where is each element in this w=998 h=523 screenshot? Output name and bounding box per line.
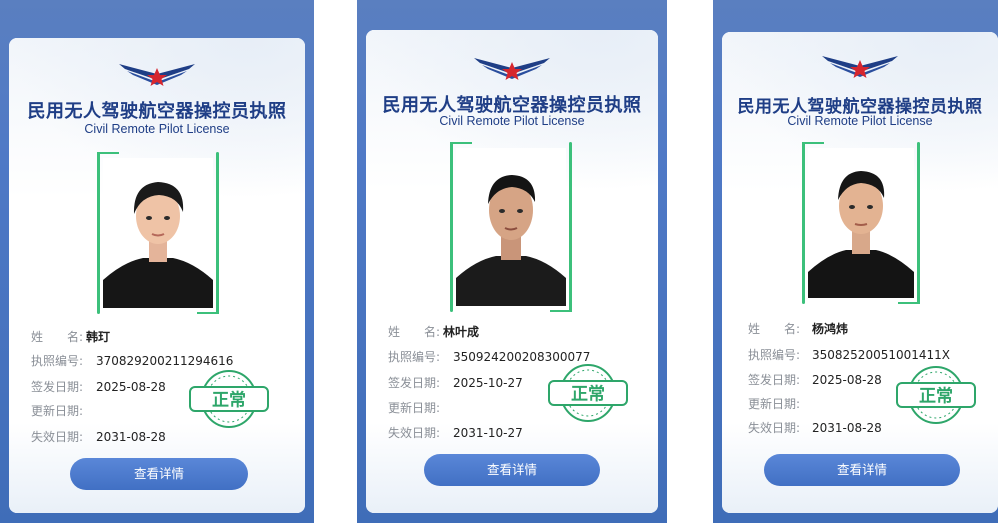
expire-date-label: 失效日期: (748, 421, 801, 435)
status-stamp: 正常 (896, 364, 976, 426)
name-label: 姓 名: (388, 325, 441, 339)
view-details-button[interactable]: 查看详情 (70, 458, 248, 490)
license-no-label: 执照编号: (31, 354, 84, 368)
license-title-en: Civil Remote Pilot License (439, 114, 585, 128)
expire-date: 2031-08-28 (96, 430, 166, 444)
caac-wings-emblem-icon (474, 58, 550, 80)
license-no-label: 执照编号: (748, 348, 801, 362)
issue-date: 2025-10-27 (453, 376, 523, 390)
license-screen-1: 民用无人驾驶航空器操控员执照 Civil Remote Pilot Licens… (0, 0, 314, 523)
pilot-name: 杨鸿炜 (812, 322, 849, 336)
issue-date-label: 签发日期: (748, 373, 801, 387)
license-no: 35082520051001411X (812, 348, 951, 362)
license-title-en: Civil Remote Pilot License (84, 122, 230, 136)
license-card: 民用无人驾驶航空器操控员执照 Civil Remote Pilot Licens… (9, 38, 305, 513)
status-stamp: 正常 (189, 368, 269, 430)
license-screen-3: 民用无人驾驶航空器操控员执照 Civil Remote Pilot Licens… (713, 0, 998, 523)
photo-frame (97, 152, 219, 314)
license-screen-2: 民用无人驾驶航空器操控员执照 Civil Remote Pilot Licens… (357, 0, 667, 523)
license-card: 民用无人驾驶航空器操控员执照 Civil Remote Pilot Licens… (722, 32, 998, 513)
pilot-photo (456, 148, 566, 306)
expire-date: 2031-10-27 (453, 426, 523, 440)
status-text: 正常 (571, 384, 605, 405)
status-text: 正常 (212, 390, 246, 411)
renew-date-label: 更新日期: (31, 404, 84, 418)
status-text: 正常 (919, 386, 953, 407)
license-no-label: 执照编号: (388, 350, 441, 364)
pilot-name: 韩玎 (86, 330, 111, 344)
issue-date: 2025-08-28 (812, 373, 882, 387)
expire-date-label: 失效日期: (388, 426, 441, 440)
license-title-en: Civil Remote Pilot License (787, 114, 933, 128)
view-details-button[interactable]: 查看详情 (764, 454, 960, 486)
pilot-photo (808, 148, 914, 298)
renew-date-label: 更新日期: (388, 401, 441, 415)
status-stamp: 正常 (548, 362, 628, 424)
photo-frame (802, 142, 920, 304)
issue-date-label: 签发日期: (31, 380, 84, 394)
caac-wings-emblem-icon (119, 64, 195, 86)
license-card: 民用无人驾驶航空器操控员执照 Civil Remote Pilot Licens… (366, 30, 658, 513)
issue-date-label: 签发日期: (388, 376, 441, 390)
renew-date-label: 更新日期: (748, 397, 801, 411)
expire-date: 2031-08-28 (812, 421, 882, 435)
expire-date-label: 失效日期: (31, 430, 84, 444)
name-label: 姓 名: (748, 322, 801, 336)
caac-wings-emblem-icon (822, 56, 898, 78)
name-label: 姓 名: (31, 330, 84, 344)
photo-frame (450, 142, 572, 312)
license-no: 370829200211294616 (96, 354, 234, 368)
license-title-cn: 民用无人驾驶航空器操控员执照 (27, 101, 287, 122)
pilot-photo (103, 158, 213, 308)
view-details-button[interactable]: 查看详情 (424, 454, 600, 486)
issue-date: 2025-08-28 (96, 380, 166, 394)
pilot-name: 林叶成 (443, 325, 480, 339)
